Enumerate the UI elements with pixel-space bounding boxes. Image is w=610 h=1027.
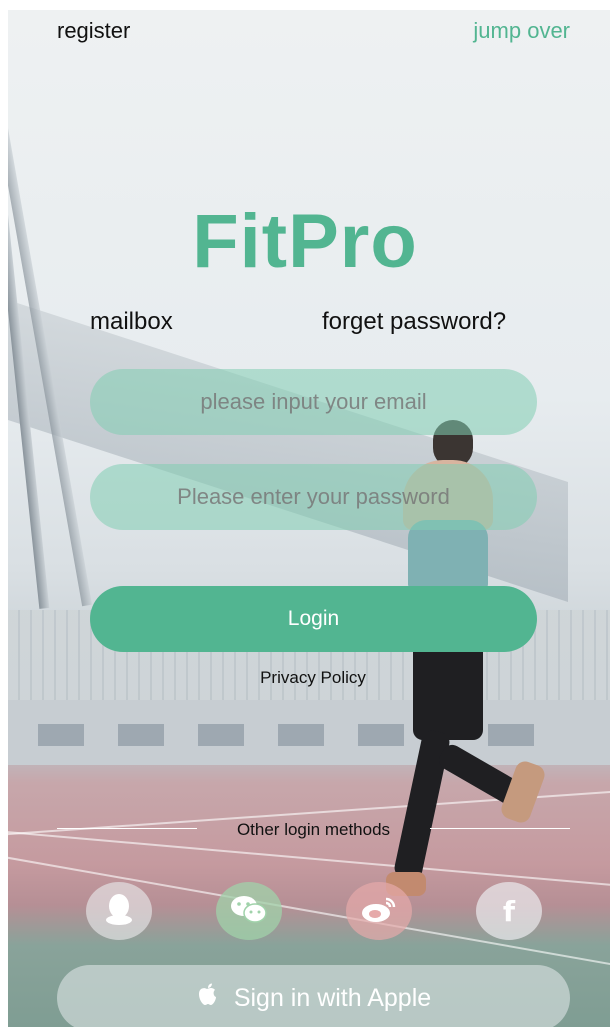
other-login-divider: Other login methods — [57, 820, 570, 840]
skip-link[interactable]: jump over — [473, 18, 570, 44]
facebook-icon: f — [502, 894, 516, 928]
login-button[interactable]: Login — [90, 586, 537, 652]
apple-icon — [196, 983, 218, 1014]
app-logo: FitPro — [192, 199, 418, 284]
email-placeholder: please input your email — [200, 389, 427, 414]
runner-shoe — [498, 758, 548, 826]
mailbox-label[interactable]: mailbox — [90, 308, 173, 336]
qq-icon — [104, 892, 134, 931]
facebook-login-button[interactable]: f — [476, 882, 542, 940]
forget-password-link[interactable]: forget password? — [322, 308, 506, 336]
weibo-icon — [360, 894, 398, 929]
wechat-login-button[interactable] — [216, 882, 282, 940]
wechat-icon — [230, 894, 268, 929]
stadium-window — [118, 724, 164, 746]
register-link[interactable]: register — [57, 18, 130, 44]
stadium-window — [488, 724, 534, 746]
apple-button-label: Sign in with Apple — [233, 983, 432, 1012]
password-field[interactable]: Please enter your password — [90, 464, 537, 530]
runner-top — [408, 520, 488, 590]
login-screen: register jump over FitPro mailbox forget… — [0, 0, 610, 1027]
qq-login-button[interactable] — [86, 882, 152, 940]
stadium-window — [38, 724, 84, 746]
password-placeholder: Please enter your password — [177, 484, 450, 509]
email-field[interactable]: please input your email — [90, 369, 537, 435]
weibo-login-button[interactable] — [346, 882, 412, 940]
stadium-window — [198, 724, 244, 746]
stadium-window — [278, 724, 324, 746]
stadium-window — [358, 724, 404, 746]
sign-in-with-apple-button[interactable]: Sign in with Apple — [57, 965, 570, 1027]
privacy-policy-link[interactable]: Privacy Policy — [0, 668, 610, 688]
other-login-label: Other login methods — [236, 820, 391, 839]
